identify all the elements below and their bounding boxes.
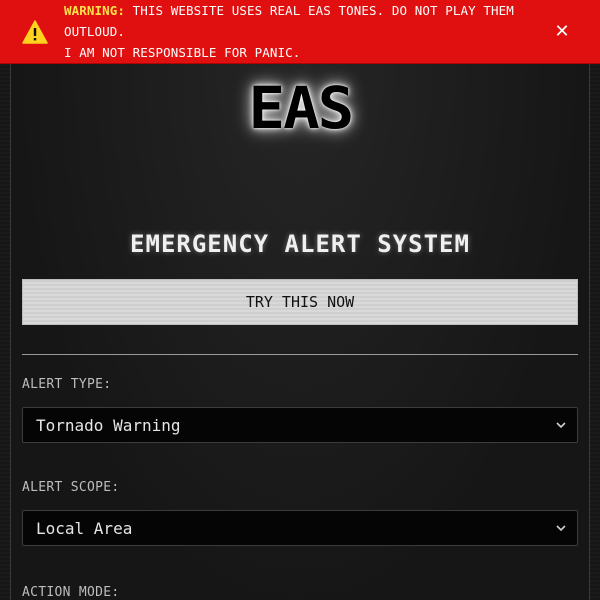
alert-scope-select[interactable]: Local Area xyxy=(22,510,578,546)
page: WARNING: THIS WEBSITE USES REAL EAS TONE… xyxy=(0,0,600,600)
logo-container: EAS xyxy=(0,76,600,140)
chevron-down-icon xyxy=(556,422,566,429)
alert-type-select[interactable]: Tornado Warning xyxy=(22,407,578,443)
banner-message-line2: I AM NOT RESPONSIBLE FOR PANIC. xyxy=(64,45,301,60)
banner-text: WARNING: THIS WEBSITE USES REAL EAS TONE… xyxy=(64,0,550,63)
try-this-now-button[interactable]: TRY THIS NOW xyxy=(22,279,578,325)
warning-banner: WARNING: THIS WEBSITE USES REAL EAS TONE… xyxy=(0,0,600,64)
chevron-down-icon xyxy=(556,525,566,532)
alert-type-value: Tornado Warning xyxy=(36,415,181,435)
warning-triangle-icon xyxy=(22,19,48,44)
page-title: EMERGENCY ALERT SYSTEM xyxy=(130,230,470,258)
close-icon[interactable]: ✕ xyxy=(550,20,574,44)
alert-scope-value: Local Area xyxy=(36,518,133,538)
action-mode-label: ACTION MODE: xyxy=(22,585,120,600)
divider xyxy=(22,354,578,355)
eas-logo: EAS xyxy=(248,74,354,142)
banner-message: THIS WEBSITE USES REAL EAS TONES. DO NOT… xyxy=(64,3,514,39)
banner-label: WARNING: xyxy=(64,3,126,18)
alert-type-label: ALERT TYPE: xyxy=(22,377,112,392)
alert-scope-label: ALERT SCOPE: xyxy=(22,480,120,495)
